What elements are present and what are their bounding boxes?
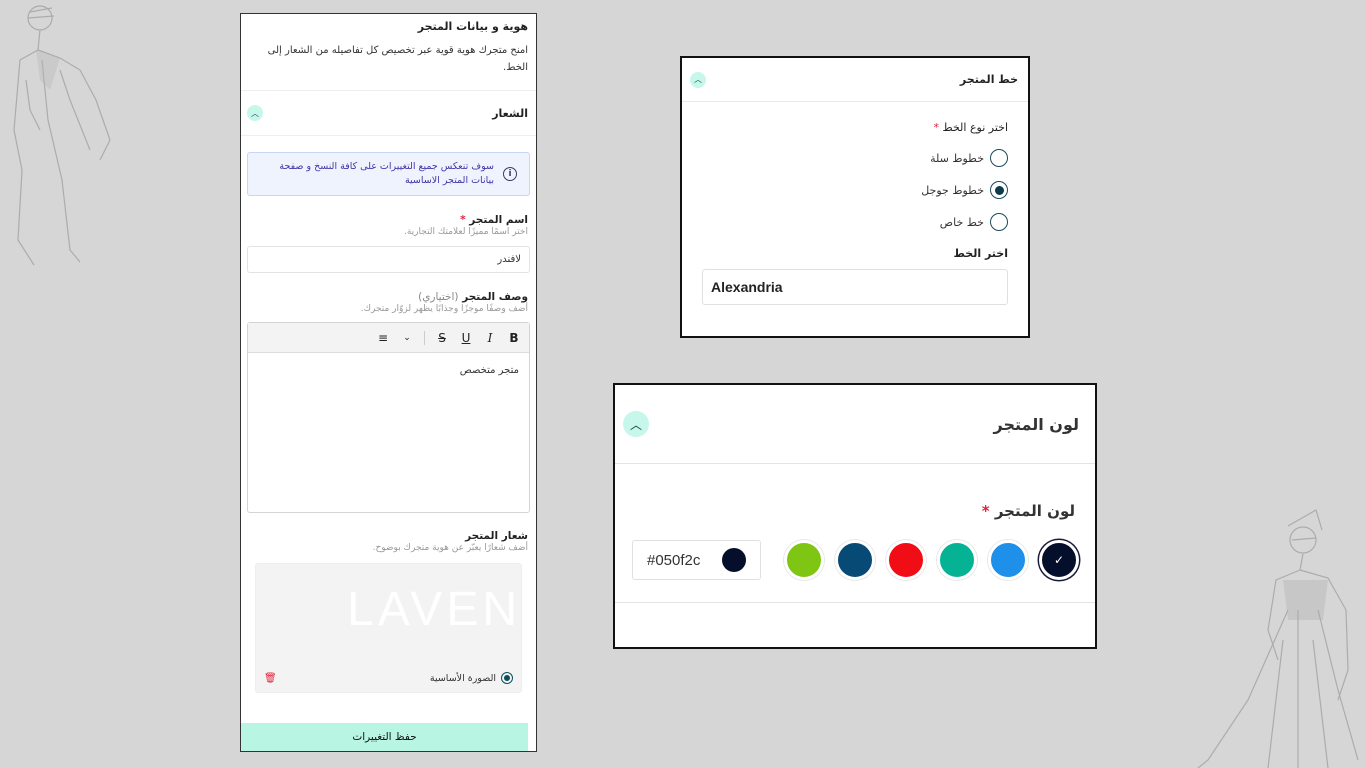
italic-button[interactable]: I (483, 331, 497, 345)
font-type-label: اختر نوع الخط * (933, 121, 1009, 134)
logo-section-title: الشعار (492, 106, 528, 120)
align-icon[interactable]: ≡ (376, 331, 390, 345)
info-icon: i (503, 167, 517, 181)
fashion-sketch-left (13, 5, 111, 266)
chevron-up-icon[interactable]: ︿ (247, 105, 263, 121)
info-notice-text: سوف تنعكس جميع التغييرات على كافة النسخ … (279, 161, 494, 186)
store-identity-description: امنح متجرك هوية قوية عبر تخصيص كل تفاصيل… (267, 45, 528, 73)
store-name-label: اسم المتجر * (460, 214, 528, 226)
bold-button[interactable]: B (507, 331, 521, 345)
font-option-label: خط خاص (939, 215, 984, 229)
chevron-up-icon[interactable]: ︿ (623, 411, 649, 437)
required-marker: * (981, 502, 990, 520)
font-panel-title: خط المتجر (959, 73, 1018, 86)
store-logo-label: شعار المتجر (465, 530, 528, 542)
font-option-radio[interactable] (990, 181, 1008, 199)
required-marker: * (460, 214, 466, 226)
color-swatch[interactable] (886, 540, 926, 580)
underline-button[interactable]: U (459, 331, 473, 345)
store-color-label: لون المتجر * (981, 502, 1075, 520)
store-name-input[interactable]: لافندر (247, 246, 530, 273)
logo-accordion-header[interactable]: الشعار ︿ (241, 91, 536, 135)
color-accordion-header[interactable]: لون المتجر ︿ (615, 385, 1095, 464)
color-swatches: ✓ #050f2c (615, 540, 1095, 580)
store-identity-title: هوية و بيانات المتجر (417, 20, 528, 33)
store-color-panel: لون المتجر ︿ لون المتجر * ✓ #050f2c (613, 383, 1097, 649)
logo-image: LAVEN (347, 583, 521, 636)
hex-color-preview (722, 548, 746, 572)
main-image-option[interactable]: الصورة الأساسية (430, 672, 513, 684)
store-description-hint: أضف وصفًا موجزًا وجذابًا يظهر لزوّار متج… (360, 304, 528, 314)
font-select-input[interactable]: Alexandria (702, 269, 1008, 305)
save-changes-button[interactable]: حفظ التغييرات (241, 723, 528, 751)
store-font-panel: خط المتجر ︿ اختر نوع الخط * خطوط سلة خطو… (680, 56, 1030, 338)
font-option-salla[interactable]: خطوط سلة (682, 149, 1028, 167)
color-swatch[interactable]: ✓ (1039, 540, 1079, 580)
color-swatch[interactable] (835, 540, 875, 580)
store-logo-hint: أضف شعارًا يعبّر عن هوية متجرك بوضوح. (372, 543, 528, 553)
font-option-label: خطوط سلة (930, 151, 984, 165)
main-image-radio[interactable] (501, 672, 513, 684)
store-description-label: وصف المتجر (اختياري) (418, 291, 528, 303)
info-notice: i سوف تنعكس جميع التغييرات على كافة النس… (247, 152, 530, 196)
hex-color-input[interactable]: #050f2c (632, 540, 761, 580)
color-swatch[interactable] (937, 540, 977, 580)
color-swatch[interactable] (784, 540, 824, 580)
logo-upload-card[interactable]: LAVEN الصورة الأساسية 🗑 (255, 563, 522, 693)
main-image-label: الصورة الأساسية (429, 672, 496, 684)
rich-text-editor[interactable]: ≡ ⌄ S U I B متجر متخصص (247, 322, 530, 513)
hex-value: #050f2c (647, 551, 701, 569)
fashion-sketch-right (1197, 509, 1359, 768)
chevron-down-icon[interactable]: ⌄ (400, 333, 414, 343)
check-icon: ✓ (1053, 553, 1065, 567)
store-description-text[interactable]: متجر متخصص (248, 353, 529, 388)
font-option-radio[interactable] (990, 213, 1008, 231)
font-select-label: اختر الخط (953, 247, 1008, 260)
trash-icon[interactable]: 🗑 (264, 673, 277, 684)
font-option-custom[interactable]: خط خاص (682, 213, 1028, 231)
store-name-hint: اختر اسمًا مميزًا لعلامتك التجارية. (403, 227, 528, 237)
strikethrough-button[interactable]: S (435, 331, 449, 345)
font-option-google[interactable]: خطوط جوجل (682, 181, 1028, 199)
color-swatch[interactable] (988, 540, 1028, 580)
editor-toolbar: ≡ ⌄ S U I B (248, 323, 529, 353)
font-option-radio[interactable] (990, 149, 1008, 167)
font-accordion-header[interactable]: خط المتجر ︿ (682, 58, 1028, 102)
color-panel-title: لون المتجر (993, 414, 1080, 434)
optional-marker: (اختياري) (418, 291, 459, 303)
required-marker: * (933, 121, 940, 134)
font-option-label: خطوط جوجل (921, 183, 984, 197)
store-identity-panel: هوية و بيانات المتجر امنح متجرك هوية قوي… (240, 13, 537, 752)
toolbar-divider (424, 330, 425, 345)
chevron-up-icon[interactable]: ︿ (690, 71, 706, 88)
